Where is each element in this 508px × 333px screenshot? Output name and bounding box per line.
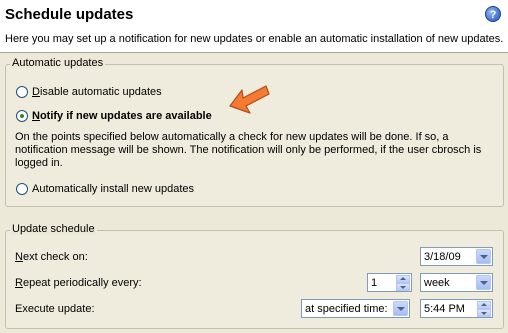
execute-mode-select[interactable]: at specified time:: [301, 299, 410, 318]
repeat-label: Repeat periodically every:: [15, 277, 142, 289]
update-schedule-label: Update schedule: [10, 223, 97, 235]
page-title: Schedule updates: [5, 6, 134, 23]
execute-time-stepper[interactable]: 5:44 PM: [420, 299, 493, 318]
repeat-count-stepper[interactable]: 1: [367, 273, 412, 292]
notify-updates-label[interactable]: Notify if new updates are available: [32, 110, 212, 122]
execute-update-label: Execute update:: [15, 303, 95, 315]
notify-updates-radio[interactable]: [16, 110, 28, 122]
next-check-label: Next check on:: [15, 251, 88, 263]
disable-updates-radio[interactable]: [16, 86, 28, 98]
repeat-count-value: 1: [371, 277, 378, 289]
execute-mode-value: at specified time:: [305, 303, 388, 315]
spin-up-icon[interactable]: [477, 301, 491, 309]
next-check-date-value: 3/18/09: [424, 251, 461, 263]
header: Schedule updates ? Here you may set up a…: [0, 0, 508, 53]
page-description: Here you may set up a notification for n…: [5, 33, 504, 45]
notify-info-text: On the points specified below automatica…: [15, 131, 482, 169]
chevron-down-icon[interactable]: [476, 275, 491, 290]
next-check-date-picker[interactable]: 3/18/09: [420, 247, 493, 266]
chevron-down-icon[interactable]: [476, 249, 491, 264]
auto-install-radio[interactable]: [16, 183, 28, 195]
execute-time-value: 5:44 PM: [424, 303, 465, 315]
spin-up-icon[interactable]: [396, 275, 410, 283]
auto-install-label[interactable]: Automatically install new updates: [32, 183, 194, 195]
disable-updates-label[interactable]: Disable automatic updates: [32, 86, 162, 98]
annotation-arrow-icon: [229, 85, 270, 114]
help-icon[interactable]: ?: [485, 6, 501, 22]
chevron-down-icon[interactable]: [393, 301, 408, 316]
repeat-unit-select[interactable]: week: [420, 273, 493, 292]
automatic-updates-label: Automatic updates: [10, 57, 106, 69]
spin-down-icon[interactable]: [477, 309, 491, 317]
repeat-unit-value: week: [424, 277, 450, 289]
spin-down-icon[interactable]: [396, 283, 410, 291]
